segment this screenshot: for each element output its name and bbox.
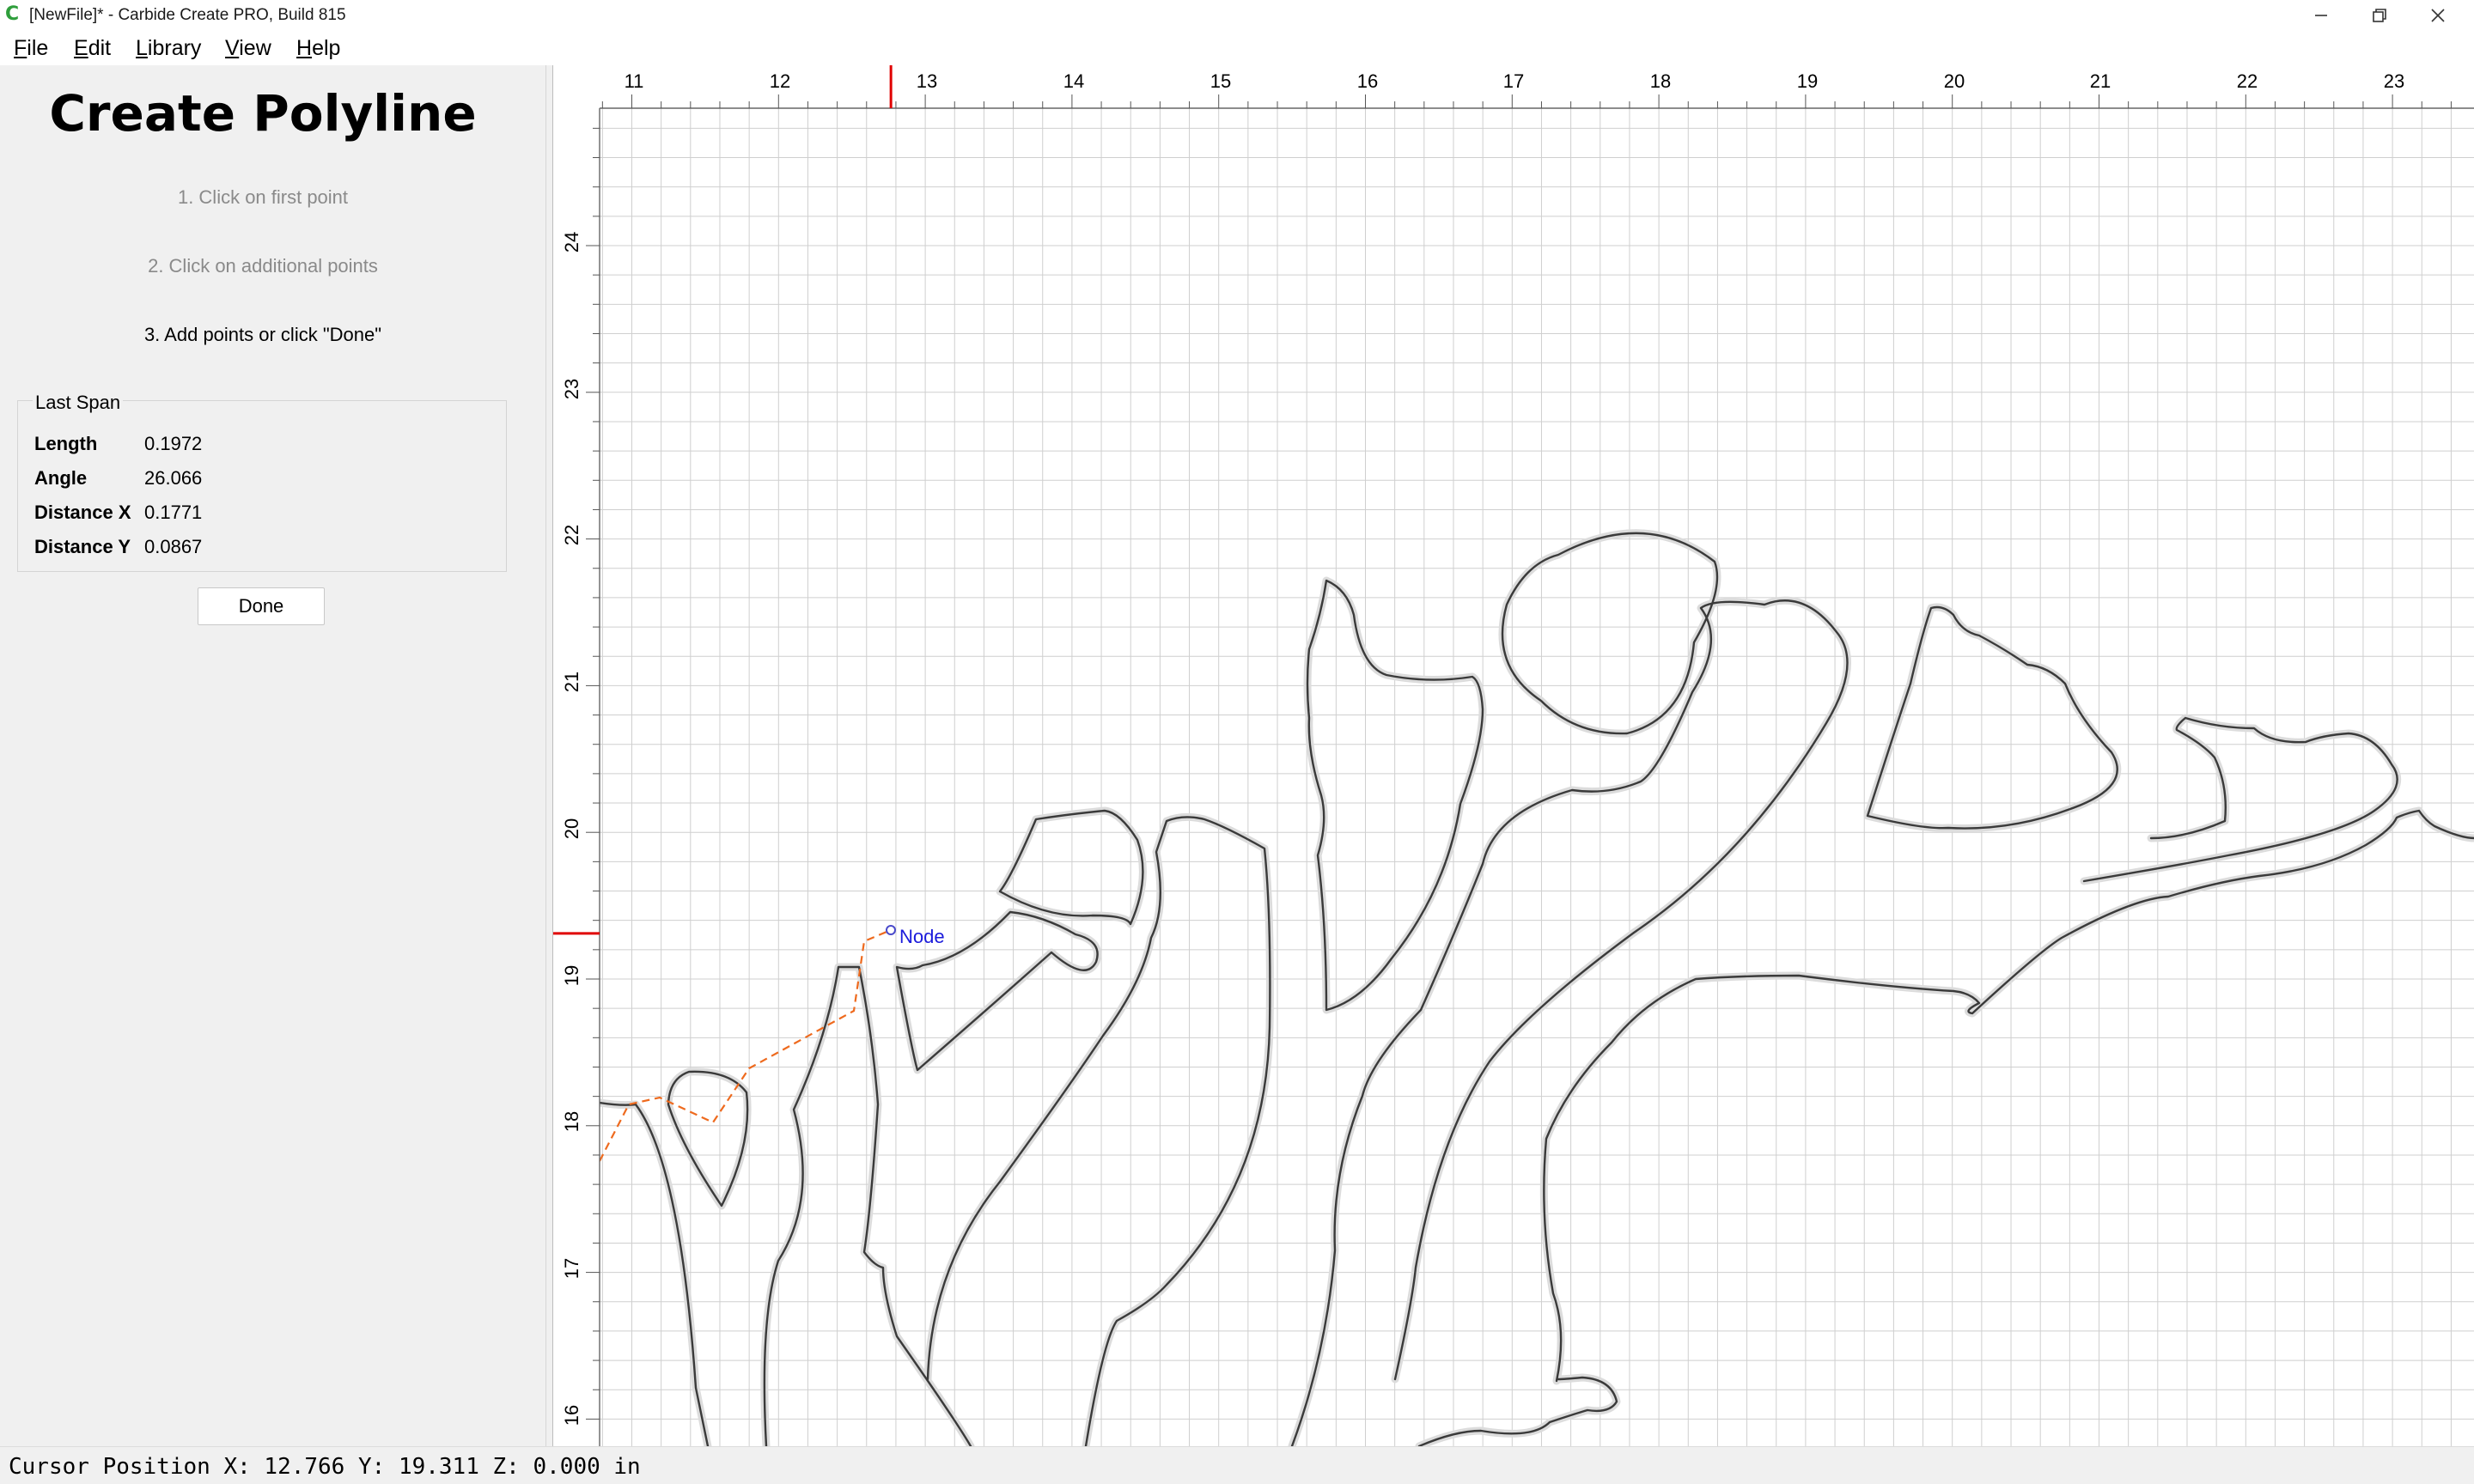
y-tick-label: 21: [561, 672, 582, 692]
tool-panel: Create Polyline 1. Click on first point …: [0, 65, 546, 1446]
last-span-title: Last Span: [33, 392, 124, 414]
menu-help[interactable]: Help: [296, 36, 340, 61]
distance-y-value: 0.0867: [144, 536, 203, 557]
x-tick-label: 12: [770, 70, 790, 92]
menu-view[interactable]: View: [225, 36, 271, 61]
restore-button[interactable]: [2350, 0, 2409, 31]
y-tick-label: 22: [561, 525, 582, 545]
angle-label: Angle: [34, 467, 88, 489]
x-tick-label: 16: [1357, 70, 1378, 92]
x-tick-label: 13: [917, 70, 937, 92]
x-tick-label: 22: [2237, 70, 2258, 92]
menu-file[interactable]: File: [14, 36, 48, 61]
y-tick-label: 20: [561, 818, 582, 839]
x-tick-label: 21: [2090, 70, 2111, 92]
x-tick-label: 19: [1797, 70, 1818, 92]
status-bar: Cursor Position X: 12.766 Y: 19.311 Z: 0…: [0, 1446, 2474, 1484]
y-tick-label: 18: [561, 1111, 582, 1132]
y-tick-label: 23: [561, 379, 582, 399]
cursor-position-readout: Cursor Position X: 12.766 Y: 19.311 Z: 0…: [9, 1454, 641, 1480]
y-tick-label: 19: [561, 965, 582, 986]
y-tick-label: 17: [561, 1258, 582, 1279]
x-tick-label: 20: [1944, 70, 1965, 92]
distance-x-value: 0.1771: [144, 502, 203, 523]
done-button[interactable]: Done: [198, 587, 325, 625]
y-tick-label: 16: [561, 1405, 582, 1426]
x-tick-label: 18: [1650, 70, 1671, 92]
length-value: 0.1972: [144, 433, 203, 454]
distance-y-label: Distance Y: [34, 536, 131, 557]
canvas-drawing[interactable]: Node 11 12 13 14 15 16 17 18 19 20 21 22…: [553, 65, 2474, 1446]
angle-value: 26.066: [144, 467, 203, 489]
restore-icon: [2373, 9, 2386, 22]
node-label: Node: [899, 926, 945, 947]
panel-title: Create Polyline: [49, 84, 477, 143]
carbide-create-icon: C: [5, 3, 20, 25]
y-tick-label: 24: [561, 232, 582, 252]
minimize-button[interactable]: [2292, 0, 2350, 31]
close-button[interactable]: [2409, 0, 2467, 31]
step-3-instruction: 3. Add points or click "Done": [143, 324, 382, 345]
vertical-ruler: [553, 65, 600, 1446]
step-2-instruction: 2. Click on additional points: [148, 255, 378, 277]
length-label: Length: [34, 433, 98, 454]
x-tick-label: 17: [1503, 70, 1524, 92]
close-icon: [2431, 9, 2445, 22]
x-tick-label: 11: [625, 70, 644, 92]
design-canvas[interactable]: Node 11 12 13 14 15 16 17 18 19 20 21 22…: [552, 65, 2474, 1446]
distance-x-label: Distance X: [34, 502, 131, 523]
minimize-icon: [2315, 15, 2327, 16]
window-title: [NewFile]* - Carbide Create PRO, Build 8…: [29, 6, 346, 24]
x-tick-label: 15: [1210, 70, 1231, 92]
work-area[interactable]: [600, 108, 2474, 1446]
x-tick-label: 23: [2384, 70, 2404, 92]
x-tick-label: 14: [1063, 70, 1084, 92]
step-1-instruction: 1. Click on first point: [177, 186, 349, 208]
menu-bar: File Edit Library View Help: [0, 31, 2474, 65]
menu-edit[interactable]: Edit: [74, 36, 111, 61]
menu-library[interactable]: Library: [136, 36, 201, 61]
title-bar: C [NewFile]* - Carbide Create PRO, Build…: [0, 0, 2474, 31]
